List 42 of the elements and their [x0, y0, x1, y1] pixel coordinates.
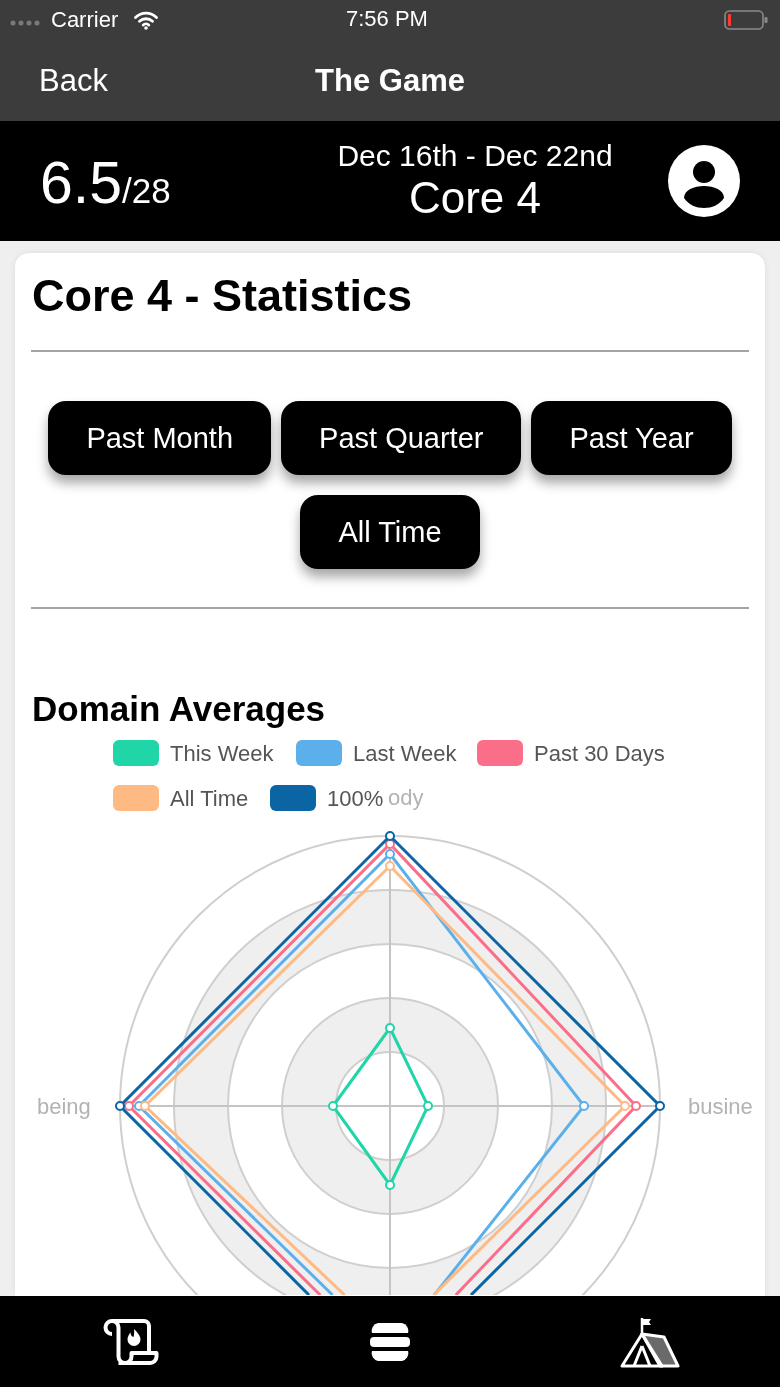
radar-point	[385, 831, 395, 841]
radar-point	[655, 1101, 665, 1111]
radar-point	[385, 1023, 395, 1033]
legend-label: Last Week	[353, 741, 457, 766]
legend-label: 100%	[327, 786, 384, 811]
period-button[interactable]: Past Quarter	[281, 401, 522, 475]
radar-point	[620, 1101, 630, 1111]
radar-point	[385, 861, 395, 871]
radar-point	[385, 1180, 395, 1190]
signal-icon	[10, 20, 42, 26]
axis-label: busine	[688, 1094, 753, 1119]
radar-point	[124, 1101, 134, 1111]
radar-point	[328, 1101, 338, 1111]
legend-label: All Time	[170, 786, 249, 811]
date-range: Dec 16th - Dec 22nd	[337, 139, 613, 173]
clock-time: 7:56 PM	[346, 6, 428, 32]
period-button[interactable]: Past Year	[531, 401, 732, 475]
battery-icon	[724, 10, 768, 30]
axis-label: being	[37, 1094, 91, 1119]
legend-label: This Week	[170, 741, 274, 766]
period-button[interactable]: All Time	[300, 495, 480, 569]
legend-label: Past 30 Days	[534, 741, 665, 766]
radar-point	[140, 1101, 150, 1111]
screen-title: The Game	[315, 62, 465, 99]
radar-point	[579, 1101, 589, 1111]
radar-point	[631, 1101, 641, 1111]
header-title: Core 4	[408, 173, 542, 223]
card-title: Core 4 - Statistics	[32, 270, 414, 322]
period-button[interactable]: Past Month	[48, 401, 272, 475]
profile-avatar-icon[interactable]	[668, 145, 740, 217]
menu-icon[interactable]	[370, 1322, 410, 1361]
score-value: 6.5	[40, 151, 123, 215]
radar-point	[385, 849, 395, 859]
tent-icon[interactable]	[620, 1315, 680, 1368]
radar-point	[423, 1101, 433, 1111]
wifi-icon	[134, 10, 159, 30]
back-button[interactable]: Back	[39, 62, 108, 99]
radar-point	[115, 1101, 125, 1111]
section-title: Domain Averages	[32, 689, 327, 729]
axis-label: ody	[388, 785, 424, 810]
carrier-label: Carrier	[51, 7, 119, 33]
score-total: /28	[122, 171, 171, 211]
